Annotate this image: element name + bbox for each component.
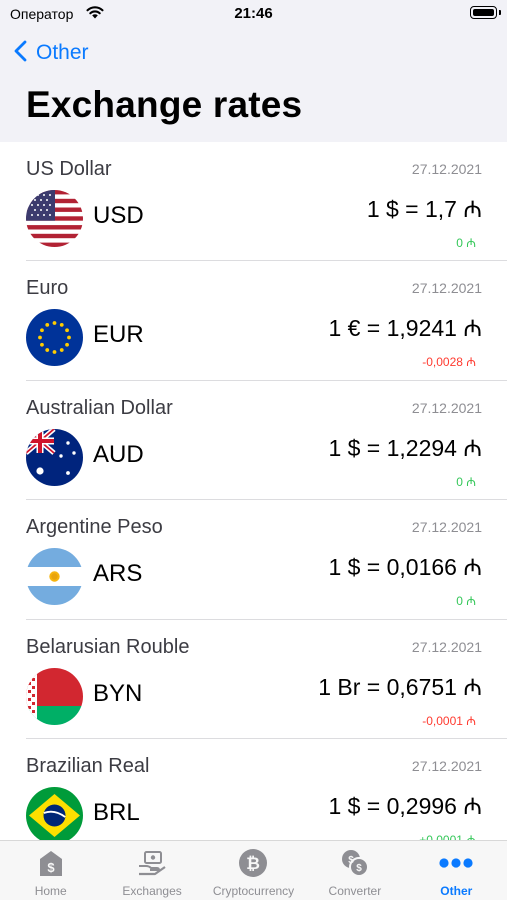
rate-change: 0 ₼ <box>456 594 476 609</box>
clock: 21:46 <box>234 5 273 22</box>
currency-name: Argentine Peso <box>26 516 163 539</box>
tab-cryptocurrency[interactable]: ₿ Cryptocurrency <box>203 841 304 901</box>
tab-exchanges[interactable]: Exchanges <box>101 841 202 901</box>
tab-bar: $ Home Exchanges ₿ Cryptocurrency $ $ Co… <box>0 840 507 900</box>
us-flag-icon <box>26 190 83 247</box>
rate-row-byn[interactable]: Belarusian Rouble 27.12.2021 BYN 1 Br = … <box>0 620 507 739</box>
currency-code: BYN <box>93 679 143 707</box>
rate-row-eur[interactable]: Euro 27.12.2021 EUR 1 € = 1,9241 ₼ -0,00… <box>0 261 507 381</box>
back-button[interactable]: Other <box>14 38 89 68</box>
currency-name: Belarusian Rouble <box>26 635 190 658</box>
tab-label: Converter <box>328 884 382 898</box>
rate-change: -0,0001 ₼ <box>422 713 476 728</box>
rate-date: 27.12.2021 <box>411 757 482 774</box>
svg-text:$: $ <box>348 855 354 866</box>
tab-label: Exchanges <box>122 884 182 898</box>
currency-name: US Dollar <box>26 158 112 180</box>
rate-row-aud[interactable]: Australian Dollar 27.12.2021 AUD 1 $ = 1… <box>0 381 507 501</box>
tab-label: Other <box>440 884 473 898</box>
chevron-left-icon <box>14 40 27 67</box>
rate-row-usd[interactable]: US Dollar 27.12.2021 USD 1 $ = 1,7 ₼ 0 ₼ <box>0 142 507 262</box>
currency-exchange-icon: $ $ <box>340 848 370 878</box>
rate-change: 0 ₼ <box>456 474 476 489</box>
br-flag-icon <box>26 786 83 840</box>
rate-value: 1 Br = 0,6751 ₼ <box>318 673 482 700</box>
battery-icon <box>470 6 497 19</box>
tab-home[interactable]: $ Home <box>0 841 101 901</box>
back-label: Other <box>36 41 89 64</box>
svg-text:$: $ <box>47 860 55 875</box>
currency-code: BRL <box>93 798 140 826</box>
rate-value: 1 $ = 0,2996 ₼ <box>328 792 482 819</box>
tab-label: Cryptocurrency <box>212 884 295 898</box>
rates-list[interactable]: US Dollar 27.12.2021 USD 1 $ = 1,7 ₼ 0 ₼… <box>0 142 507 840</box>
battery-tip <box>499 10 501 15</box>
page-title: Exchange rates <box>26 84 303 125</box>
currency-code: AUD <box>93 440 144 468</box>
currency-name: Brazilian Real <box>26 754 150 777</box>
currency-name: Euro <box>26 277 69 300</box>
rate-value: 1 $ = 1,2294 ₼ <box>328 434 482 461</box>
currency-code: USD <box>93 202 144 229</box>
more-icon <box>439 848 473 878</box>
svg-text:₿: ₿ <box>247 854 261 873</box>
rate-change: +0,0001 ₼ <box>419 832 476 840</box>
eu-flag-icon <box>26 309 83 367</box>
tab-label: Home <box>34 884 67 898</box>
ar-flag-icon <box>26 548 83 606</box>
rate-row-brl[interactable]: Brazilian Real 27.12.2021 BRL 1 $ = 0,29… <box>0 739 507 840</box>
rate-value: 1 $ = 1,7 ₼ <box>366 196 482 222</box>
rate-change: 0 ₼ <box>456 236 476 250</box>
rate-row-ars[interactable]: Argentine Peso 27.12.2021 ARS 1 $ = 0,01… <box>0 500 507 620</box>
tab-converter[interactable]: $ $ Converter <box>304 841 405 901</box>
bitcoin-icon: ₿ <box>238 848 268 878</box>
hand-cash-icon <box>137 848 167 878</box>
svg-text:$: $ <box>356 863 362 874</box>
currency-code: EUR <box>93 321 144 349</box>
rate-value: 1 € = 1,9241 ₼ <box>328 315 482 342</box>
au-flag-icon <box>26 428 83 486</box>
rate-date: 27.12.2021 <box>411 519 482 536</box>
status-bar: Оператор 21:46 <box>0 0 507 28</box>
rate-date: 27.12.2021 <box>411 280 482 297</box>
navigation-area: Оператор 21:46 Other Exchange rates <box>0 0 507 142</box>
currency-name: Australian Dollar <box>26 396 173 419</box>
by-flag-icon <box>26 667 83 725</box>
rate-date: 27.12.2021 <box>411 399 482 416</box>
rate-date: 27.12.2021 <box>411 161 482 177</box>
tab-other[interactable]: Other <box>406 841 507 901</box>
bank-dollar-icon: $ <box>36 848 66 878</box>
rate-value: 1 $ = 0,0166 ₼ <box>328 554 482 581</box>
rate-date: 27.12.2021 <box>411 638 482 655</box>
currency-code: ARS <box>93 560 143 588</box>
rate-change: -0,0028 ₼ <box>422 355 476 370</box>
